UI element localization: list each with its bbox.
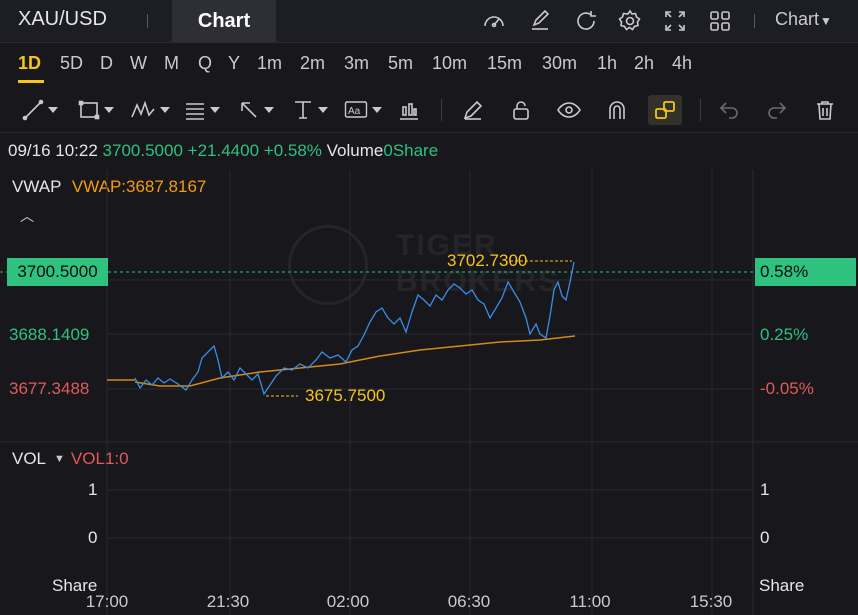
time-axis-label: 17:00 <box>85 592 129 611</box>
volume-tick-right: 0 <box>760 528 770 547</box>
volume-indicator-name[interactable]: VOL <box>12 449 46 468</box>
low-annotation: 3675.7500 <box>305 386 386 405</box>
volume-tick-left: 1 <box>88 480 98 499</box>
price-axis-label: 3677.3488 <box>9 379 90 398</box>
current-price-tag: 3700.5000 <box>7 258 108 286</box>
volume-unit-right: Share <box>759 576 805 595</box>
time-axis-label: 15:30 <box>689 592 733 611</box>
chevron-down-icon[interactable]: ▼ <box>54 453 65 465</box>
price-axis-label: 3688.1409 <box>9 325 90 344</box>
pct-axis-label: -0.05% <box>760 379 814 398</box>
grid-lines <box>0 170 858 615</box>
current-pct-tag: 0.58% <box>755 258 856 286</box>
volume-indicator-value: VOL1:0 <box>70 449 129 468</box>
volume-tick-right: 1 <box>760 480 770 499</box>
volume-tick-left: 0 <box>88 528 98 547</box>
time-axis-label: 02:00 <box>326 592 370 611</box>
time-axis-label: 21:30 <box>206 592 250 611</box>
price-line <box>134 261 575 396</box>
price-chart[interactable] <box>0 0 858 615</box>
time-axis-label: 06:30 <box>447 592 491 611</box>
high-annotation: 3702.7300 <box>447 251 528 270</box>
volume-legend: VOL ▼ VOL1:0 <box>12 449 129 469</box>
time-axis-label: 11:00 <box>569 592 611 611</box>
pct-axis-label: 0.25% <box>760 325 809 344</box>
